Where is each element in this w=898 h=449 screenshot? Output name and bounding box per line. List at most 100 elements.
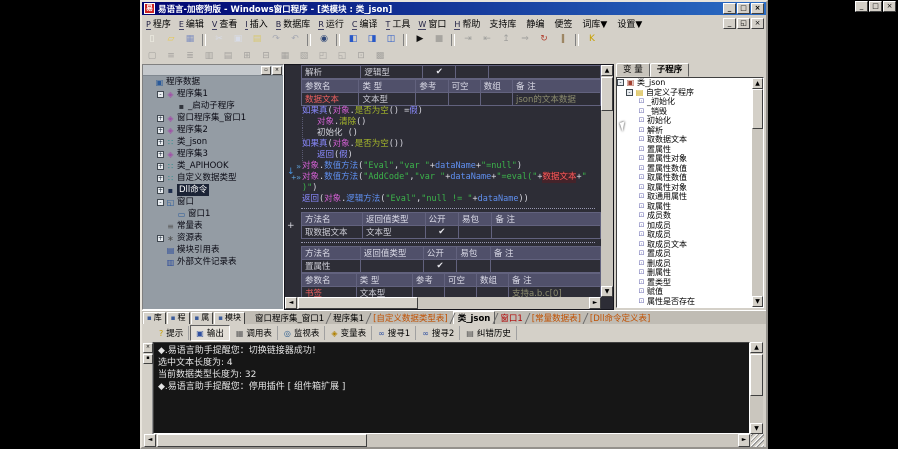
titlebar-button[interactable]: □ <box>737 3 750 14</box>
restart-icon[interactable]: ↻ <box>535 32 553 48</box>
scroll-up-icon[interactable]: ▲ <box>601 65 613 76</box>
document-tab[interactable]: 程序集1 <box>329 312 368 324</box>
scroll-left-icon[interactable]: ◄ <box>144 434 156 447</box>
subs-tab-other[interactable]: 变 量 <box>616 63 650 77</box>
mini-tab-program[interactable]: ▪程 <box>167 312 190 325</box>
run-icon[interactable]: ▶ <box>411 32 429 48</box>
tab-call-table[interactable]: ▦调用表 <box>231 326 278 340</box>
tree-item[interactable]: -◱窗口 <box>143 196 283 208</box>
tree-expander-icon[interactable]: - <box>157 91 164 98</box>
panel-button[interactable]: × <box>272 66 282 75</box>
subs-method-item[interactable]: ⊡_初始化 <box>617 97 753 107</box>
table-header-cell[interactable]: 方法名 <box>302 247 361 260</box>
table-cell[interactable]: ✔ <box>425 226 458 239</box>
subs-method-item[interactable]: ⊡取通用属性 <box>617 192 753 202</box>
tab-search2[interactable]: ∞搜寻2 <box>417 326 460 340</box>
scroll-left-icon[interactable]: ◄ <box>285 297 297 309</box>
scroll-down-icon[interactable]: ▼ <box>601 286 613 297</box>
tab-hint[interactable]: ?提示 <box>154 326 189 340</box>
scrollbar-thumb[interactable] <box>750 354 763 396</box>
document-tab[interactable]: 窗口程序集_窗口1 <box>251 312 328 324</box>
subs-method-item[interactable]: ⊡删成员 <box>617 259 753 269</box>
table-header-cell[interactable]: 返回值类型 <box>362 213 425 226</box>
table-cell[interactable]: 支持a.b.c[0] <box>508 287 600 298</box>
table-cell[interactable]: json的文本数据 <box>513 93 601 106</box>
menu-extra-item[interactable]: 便签 <box>549 16 577 31</box>
menu-item[interactable]: W窗口 <box>414 16 450 31</box>
scroll-up-icon[interactable]: ▲ <box>750 342 763 353</box>
tree-item[interactable]: ≡常量表 <box>143 220 283 232</box>
paste-icon[interactable]: ▤ <box>248 32 266 48</box>
subs-tab-active[interactable]: 子程序 <box>650 63 690 77</box>
tree-item[interactable]: +◈程序集3 <box>143 148 283 160</box>
subs-method-item[interactable]: ⊡加成员 <box>617 221 753 231</box>
table-cell[interactable]: 置属性 <box>302 260 361 273</box>
subs-method-item[interactable]: ⊡属性是否存在 <box>617 297 753 307</box>
resize-grip[interactable] <box>751 434 764 447</box>
table-header-cell[interactable]: 备 注 <box>492 213 601 226</box>
table-header-cell[interactable]: 备 注 <box>508 274 600 287</box>
code-line[interactable]: 初始化 () <box>285 128 601 139</box>
table-cell[interactable]: 文本型 <box>362 226 425 239</box>
table-header-cell[interactable]: 返回值类型 <box>360 247 423 260</box>
mini-tab-library[interactable]: ▪库 <box>143 312 166 325</box>
table-cell[interactable] <box>492 226 601 239</box>
table-cell[interactable] <box>448 93 480 106</box>
table-header-cell[interactable]: 类 型 <box>359 80 416 93</box>
table-cell[interactable]: 数据文本 <box>302 93 359 106</box>
tab-watch-table[interactable]: ◎监视表 <box>279 326 326 340</box>
table-cell[interactable] <box>476 287 508 298</box>
menu-item[interactable]: H帮助 <box>450 16 484 31</box>
table-cell[interactable] <box>488 66 600 79</box>
mdi-window-button[interactable]: _ <box>723 18 736 29</box>
table-cell[interactable] <box>360 260 423 273</box>
subs-method-item[interactable]: ⊡置属性对象 <box>617 154 753 164</box>
titlebar-button[interactable]: _ <box>723 3 736 14</box>
document-tab[interactable]: 类_json <box>453 311 496 325</box>
table-cell[interactable] <box>459 226 492 239</box>
table-cell[interactable]: 逻辑型 <box>361 66 423 79</box>
output-strip-button[interactable]: ▪ <box>143 354 153 364</box>
subs-method-item[interactable]: ⊡删属性 <box>617 268 753 278</box>
tree-expander-icon[interactable]: + <box>157 235 164 242</box>
assistant-key-icon[interactable]: K <box>583 32 601 48</box>
bottom-horizontal-scrollbar[interactable]: ◄ ► <box>144 434 750 447</box>
table-header-cell[interactable]: 参数名 <box>302 80 359 93</box>
table-cell[interactable]: 解析 <box>302 66 361 79</box>
table-header-cell[interactable]: 类 型 <box>356 274 412 287</box>
desktop-window-button[interactable]: □ <box>869 1 882 12</box>
menu-extra-item[interactable]: 设置▼ <box>612 16 647 31</box>
menu-extra-item[interactable]: 词库▼ <box>577 16 612 31</box>
document-tab[interactable]: 窗口1 <box>496 312 526 324</box>
menu-item[interactable]: C编译 <box>348 16 382 31</box>
copy-icon[interactable]: ▣ <box>229 32 247 48</box>
table-cell[interactable] <box>412 287 444 298</box>
subs-method-item[interactable]: ⊡取属性 <box>617 202 753 212</box>
layout-left-icon[interactable]: ◧ <box>344 32 362 48</box>
subs-method-item[interactable]: ⊡赋值 <box>617 287 753 297</box>
tree-item[interactable]: +∷类_APIHOOK <box>143 160 283 172</box>
tree-item[interactable]: +∷类_json <box>143 136 283 148</box>
tree-expander-icon[interactable]: + <box>157 139 164 146</box>
title-bar[interactable]: 易 易语言-加密狗版 - Windows窗口程序 - [类模块 : 类_json… <box>142 2 766 15</box>
menu-item[interactable]: P程序 <box>142 16 175 31</box>
tree-expander-icon[interactable]: + <box>157 151 164 158</box>
tree-item[interactable]: +◈窗口程序集_窗口1 <box>143 112 283 124</box>
layout-grid-icon[interactable]: ◫ <box>382 32 400 48</box>
scrollbar-thumb[interactable] <box>298 297 418 309</box>
desktop-window-button[interactable]: × <box>883 1 896 12</box>
tab-search1[interactable]: ∞搜寻1 <box>373 326 416 340</box>
tab-error-history[interactable]: ▤纠错历史 <box>461 326 517 340</box>
mdi-window-button[interactable]: ◱ <box>737 18 750 29</box>
subs-method-item[interactable]: ⊡置属性 <box>617 145 753 155</box>
panel-button[interactable]: ▫ <box>261 66 271 75</box>
tree-item[interactable]: ▥外部文件记录表 <box>143 256 283 268</box>
tree-item[interactable]: +◈程序集2 <box>143 124 283 136</box>
menu-item[interactable]: V查看 <box>208 16 242 31</box>
scrollbar-thumb[interactable] <box>157 434 367 447</box>
table-header-cell[interactable]: 参考 <box>412 274 444 287</box>
tree-item[interactable]: ▭窗口1 <box>143 208 283 220</box>
tab-variable-table[interactable]: ◈变量表 <box>326 326 372 340</box>
table-header-cell[interactable]: 备 注 <box>490 247 600 260</box>
table-cell[interactable]: 文本型 <box>359 93 416 106</box>
